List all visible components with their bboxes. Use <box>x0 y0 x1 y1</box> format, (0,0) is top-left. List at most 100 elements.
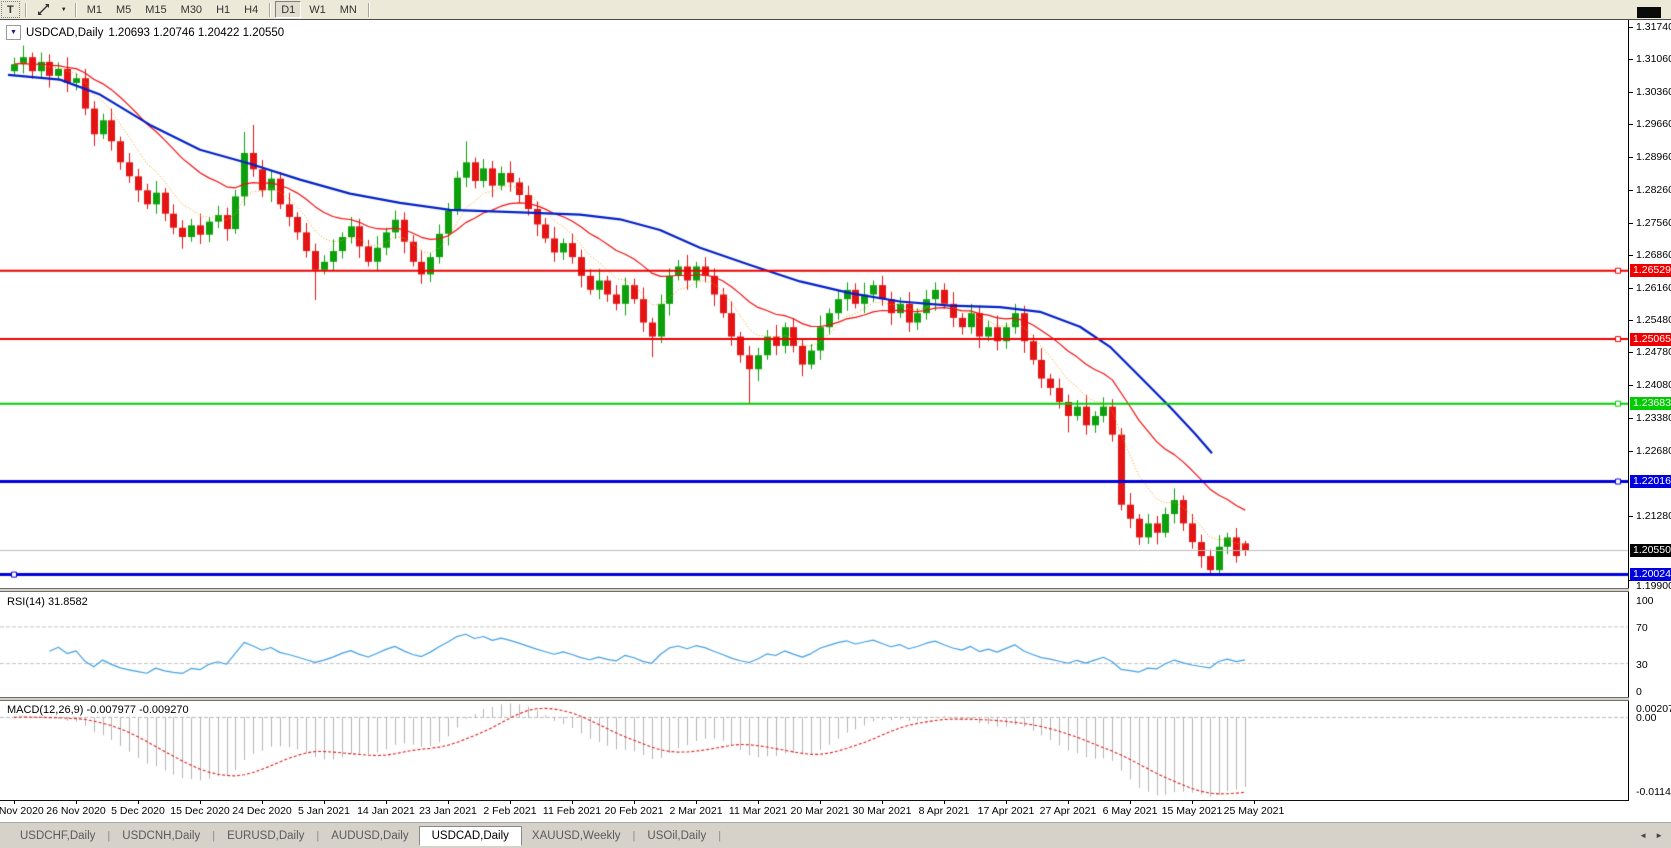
price-axis-tick <box>1629 157 1633 158</box>
price-axis-tick <box>1629 385 1633 386</box>
timeframe-m15-button[interactable]: M15 <box>139 1 172 18</box>
panel-splitter-macd[interactable] <box>0 697 1629 701</box>
timeframe-h4-button[interactable]: H4 <box>238 1 264 18</box>
price-axis-label: 1.24780 <box>1636 346 1671 358</box>
date-axis-label: 11 Feb 2021 <box>542 805 602 817</box>
date-axis-tick <box>1254 801 1255 804</box>
price-axis-label: 1.21280 <box>1636 510 1671 522</box>
chart-tab-xauusd[interactable]: XAUUSD,Weekly <box>522 827 631 845</box>
date-axis-tick <box>76 801 77 804</box>
price-axis-label: 1.26860 <box>1636 249 1671 261</box>
toolbar-separator <box>24 2 26 17</box>
timeframe-w1-button[interactable]: W1 <box>303 1 332 18</box>
price-axis-tick <box>1629 190 1633 191</box>
date-axis-tick <box>200 801 201 804</box>
macd-axis-label: -0.011462 <box>1636 786 1671 798</box>
chart-tab-bar: USDCHF,Daily | USDCNH,Daily | EURUSD,Daily | A… <box>0 822 1671 848</box>
price-axis-tick <box>1629 59 1633 60</box>
chart-tabs: USDCHF,Daily | USDCNH,Daily | EURUSD,Daily | A… <box>10 823 723 848</box>
price-axis-tick <box>1629 255 1633 256</box>
date-axis-tick <box>1192 801 1193 804</box>
date-axis-label: 26 Nov 2020 <box>46 805 106 817</box>
timeframe-h1-button[interactable]: H1 <box>210 1 236 18</box>
chart-tab-audusd[interactable]: AUDUSD,Daily <box>321 827 418 845</box>
cycle-arrows-icon <box>37 4 49 15</box>
date-axis-tick <box>758 801 759 804</box>
tab-separator: | <box>107 830 111 842</box>
tabs-scroll-left-icon[interactable]: ◄ <box>1639 831 1647 840</box>
price-axis-label: 1.28260 <box>1636 184 1671 196</box>
text-tool-button[interactable]: T <box>1 1 20 18</box>
date-axis-tick <box>386 801 387 804</box>
timeframe-mn-button[interactable]: MN <box>334 1 363 18</box>
price-axis-tick <box>1629 352 1633 353</box>
price-axis-label: 1.28960 <box>1636 151 1671 163</box>
date-axis-label: 20 Feb 2021 <box>604 805 664 817</box>
price-level-tag: 1.25065 <box>1630 333 1671 346</box>
date-axis-tick <box>324 801 325 804</box>
cycle-timeframes-button[interactable] <box>31 1 56 18</box>
tab-separator: | <box>212 830 216 842</box>
date-axis-tick <box>510 801 511 804</box>
date-axis-label: 15 May 2021 <box>1161 805 1223 817</box>
timeframe-m5-button[interactable]: M5 <box>110 1 137 18</box>
macd-indicator-label: MACD(12,26,9) -0.007977 -0.009270 <box>7 704 189 716</box>
rsi-indicator-label: RSI(14) 31.8582 <box>7 596 88 608</box>
price-level-tag: 1.22016 <box>1630 475 1671 488</box>
timeframe-m30-button[interactable]: M30 <box>175 1 208 18</box>
tab-scroll-controls: ◄ ► <box>1639 831 1663 840</box>
date-axis-tick <box>882 801 883 804</box>
date-axis-tick <box>138 801 139 804</box>
price-axis-label: 1.23380 <box>1636 412 1671 424</box>
date-axis-tick <box>572 801 573 804</box>
timeframes-dropdown-caret[interactable]: ▼ <box>58 1 70 18</box>
chart-canvas[interactable] <box>0 20 1628 800</box>
date-axis-tick <box>448 801 449 804</box>
date-axis-tick <box>820 801 821 804</box>
panel-splitter-rsi[interactable] <box>0 588 1629 592</box>
chart-tab-eurusd[interactable]: EURUSD,Daily <box>217 827 314 845</box>
price-axis-label: 1.26160 <box>1636 282 1671 294</box>
chart-tab-usoil[interactable]: USOil,Daily <box>637 827 716 845</box>
chart-title: ▼ USDCAD,Daily 1.20693 1.20746 1.20422 1… <box>6 25 284 40</box>
date-axis-label: 5 Jan 2021 <box>298 805 350 817</box>
chart-tab-usdchf[interactable]: USDCHF,Daily <box>10 827 105 845</box>
chart-tab-usdcnh[interactable]: USDCNH,Daily <box>112 827 210 845</box>
date-axis-tick <box>262 801 263 804</box>
date-axis: 17 Nov 202026 Nov 2020 5 Dec 2020 15 Dec 2… <box>0 800 1671 820</box>
toolbar: T ▼ M1 M5 M15 M30 H1 H4 D1 W1 MN <box>0 0 1671 20</box>
timeframe-d1-button[interactable]: D1 <box>275 1 302 18</box>
price-axis-tick <box>1629 288 1633 289</box>
date-axis-label: 24 Dec 2020 <box>232 805 292 817</box>
tab-separator: | <box>316 830 320 842</box>
price-axis-label: 1.22680 <box>1636 445 1671 457</box>
toolbar-separator <box>367 2 369 17</box>
timeframe-m1-button[interactable]: M1 <box>81 1 108 18</box>
symbol-dropdown-icon[interactable]: ▼ <box>6 25 21 40</box>
price-axis-tick <box>1629 516 1633 517</box>
date-axis-label: 17 Nov 2020 <box>0 805 44 817</box>
price-axis-label: 1.24080 <box>1636 379 1671 391</box>
price-axis-label: 1.27560 <box>1636 217 1671 229</box>
price-axis-label: 1.19900 <box>1636 580 1671 592</box>
chart-tab-usdcad[interactable]: USDCAD,Daily <box>418 825 522 846</box>
date-axis-label: 8 Apr 2021 <box>918 805 970 817</box>
price-axis: 1.31740 1.31060 1.30360 1.29660 1.28960 1.282… <box>1628 20 1671 820</box>
price-axis-tick <box>1629 27 1633 28</box>
date-axis-tick <box>1130 801 1131 804</box>
date-axis-tick <box>14 801 15 804</box>
price-axis-tick <box>1629 451 1633 452</box>
date-axis-tick <box>696 801 697 804</box>
tabs-scroll-right-icon[interactable]: ► <box>1655 831 1663 840</box>
date-axis-label: 2 Mar 2021 <box>669 805 723 817</box>
toolbar-separator <box>269 2 271 17</box>
price-axis-tick <box>1629 320 1633 321</box>
price-axis-label: 1.30360 <box>1636 86 1671 98</box>
price-axis-label: 1.31060 <box>1636 53 1671 65</box>
chart-window: ▼ USDCAD,Daily 1.20693 1.20746 1.20422 1… <box>0 7 1671 820</box>
price-axis-tick <box>1629 124 1633 125</box>
date-axis-label: 23 Jan 2021 <box>419 805 477 817</box>
date-axis-label: 2 Feb 2021 <box>483 805 537 817</box>
top-right-marker <box>1637 7 1661 18</box>
date-axis-tick <box>1068 801 1069 804</box>
